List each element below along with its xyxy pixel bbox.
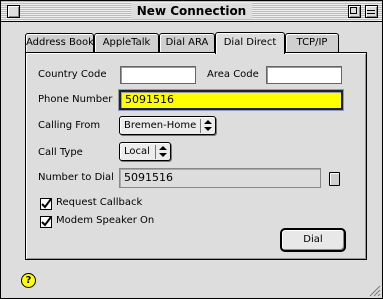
zoom-box-icon[interactable] [348,5,361,18]
phone-number-label: Phone Number [38,94,113,105]
country-code-field[interactable] [120,66,196,84]
number-to-dial-field: 5091516 [119,168,321,188]
call-type-value: Local [124,146,150,157]
tab-tcp-ip[interactable]: TCP/IP [285,33,339,52]
request-callback-label[interactable]: Request Callback [56,197,142,209]
window-title: New Connection [130,3,253,19]
copy-number-icon[interactable] [329,172,340,186]
phone-number-field[interactable]: 5091516 [118,89,344,111]
call-type-popup[interactable]: Local [119,142,171,161]
dial-direct-panel: Country Code Area Code Phone Number 5091… [25,52,367,260]
checkmark-icon [41,217,51,227]
request-callback-checkbox[interactable] [40,198,52,210]
tab-dial-ara[interactable]: Dial ARA [159,33,215,52]
modem-speaker-checkbox[interactable] [40,216,52,228]
popup-arrows-icon [204,120,212,131]
popup-divider [155,145,156,159]
tab-dial-direct[interactable]: Dial Direct [215,32,285,54]
area-code-field[interactable] [266,66,342,84]
resize-grip-icon[interactable] [366,282,381,297]
calling-from-label: Calling From [38,120,101,131]
collapse-box-icon[interactable] [365,5,378,18]
checkmark-icon [41,199,51,209]
country-code-label: Country Code [38,69,107,80]
popup-arrows-icon [159,146,167,157]
modem-speaker-label[interactable]: Modem Speaker On [56,215,154,227]
dial-button[interactable]: Dial [280,228,346,252]
help-icon[interactable]: ? [21,273,36,288]
calling-from-value: Bremen-Home [124,120,197,131]
number-to-dial-label: Number to Dial [38,172,114,183]
call-type-label: Call Type [38,147,83,158]
title-bar[interactable]: New Connection [1,1,382,22]
popup-divider [200,119,201,133]
area-code-label: Area Code [207,69,259,80]
tab-address-books[interactable]: Address Books [25,33,99,52]
close-box-icon[interactable] [7,5,20,18]
tab-appletalk[interactable]: AppleTalk [94,33,159,52]
calling-from-popup[interactable]: Bremen-Home [119,116,216,135]
connection-window: New Connection Address Books AppleTalk D… [0,0,383,299]
